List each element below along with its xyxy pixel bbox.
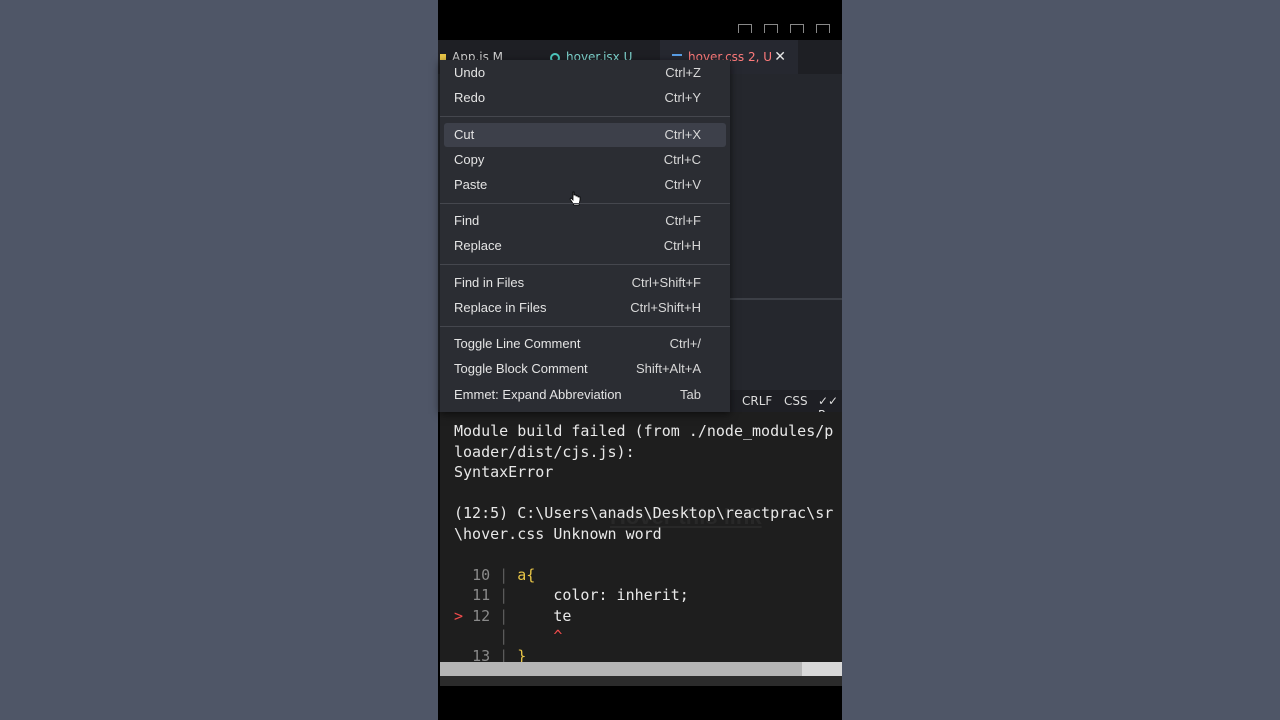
menu-separator [440, 264, 730, 265]
menu-item-replace-in-files[interactable]: Replace in Files Ctrl+Shift+H [444, 296, 726, 320]
close-icon[interactable]: ✕ [774, 40, 786, 74]
language-mode[interactable]: CSS [784, 394, 808, 408]
error-line: \hover.css Unknown word [454, 525, 662, 543]
horizontal-scrollbar[interactable] [440, 662, 842, 676]
context-menu: Undo Ctrl+Z Redo Ctrl+Y Cut Ctrl+X Copy … [440, 60, 730, 412]
code-line: | ^ [499, 627, 563, 645]
left-backdrop [0, 0, 438, 720]
menu-item-find[interactable]: Find Ctrl+F [444, 209, 726, 233]
menu-item-find-in-files[interactable]: Find in Files Ctrl+Shift+F [444, 271, 726, 295]
panel-icon[interactable] [764, 24, 778, 33]
scrollbar-thumb[interactable] [440, 662, 802, 676]
bottom-strip [440, 676, 842, 686]
menu-item-undo[interactable]: Undo Ctrl+Z [444, 61, 726, 85]
menu-item-emmet-expand[interactable]: Emmet: Expand Abbreviation Tab [444, 383, 726, 407]
layout-icon[interactable] [738, 24, 752, 33]
eol-indicator[interactable]: CRLF [742, 394, 772, 408]
sidebar-icon[interactable] [790, 24, 804, 33]
error-line: (12:5) C:\Users\anads\Desktop\reactprac\… [454, 504, 834, 522]
code-line: 13 | } [472, 647, 527, 662]
menu-item-replace[interactable]: Replace Ctrl+H [444, 234, 726, 258]
menu-item-paste[interactable]: Paste Ctrl+V [444, 173, 726, 197]
menu-item-toggle-line-comment[interactable]: Toggle Line Comment Ctrl+/ [444, 332, 726, 356]
error-marker-icon: > [454, 607, 464, 625]
menu-item-redo[interactable]: Redo Ctrl+Y [444, 86, 726, 110]
menu-item-cut[interactable]: Cut Ctrl+X [444, 123, 726, 206]
customize-layout-icon[interactable] [816, 24, 830, 33]
menu-separator [440, 203, 730, 204]
error-line: SyntaxError [454, 463, 554, 481]
error-overlay: Hover this link Module build failed (fro… [440, 412, 842, 662]
error-line: loader/dist/cjs.js): [454, 443, 635, 461]
error-line: Module build failed (from ./node_modules… [454, 422, 834, 440]
code-line: 10 | a{ [472, 566, 536, 584]
menu-item-toggle-block-comment[interactable]: Toggle Block Comment Shift+Alt+A [444, 357, 726, 381]
menu-separator [440, 116, 730, 117]
menu-separator [440, 326, 730, 327]
menu-item-copy[interactable]: Copy Ctrl+C [444, 148, 726, 172]
right-backdrop [842, 0, 1280, 720]
code-line: 11 | color: inherit; [472, 586, 689, 604]
title-bar [438, 0, 842, 40]
code-line: > 12 | te [454, 607, 572, 625]
